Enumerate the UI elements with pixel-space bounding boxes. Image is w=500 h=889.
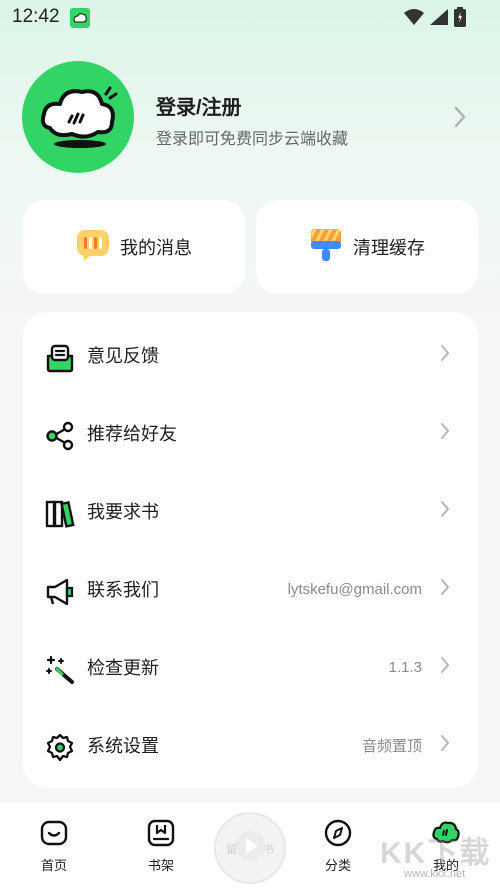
gear-icon xyxy=(45,733,75,763)
clear-cache-button[interactable]: 清理缓存 xyxy=(256,200,478,294)
message-icon xyxy=(76,228,110,266)
wifi-icon xyxy=(404,9,424,29)
menu-item-recommend[interactable]: 推荐给好友 xyxy=(23,394,478,472)
avatar[interactable] xyxy=(22,61,134,173)
nav-bookshelf[interactable]: 书架 xyxy=(131,819,191,874)
chevron-right-icon xyxy=(440,344,450,366)
menu-item-system-settings[interactable]: 系统设置 音频置顶 xyxy=(23,706,478,784)
login-register-title[interactable]: 登录/注册 xyxy=(156,91,242,120)
nav-label: 首页 xyxy=(40,858,67,873)
megaphone-icon xyxy=(45,577,75,607)
watermark-text: KK下载 xyxy=(380,837,492,870)
my-messages-label: 我的消息 xyxy=(120,238,192,258)
nav-center-play-button[interactable]: 留 书 xyxy=(214,812,286,884)
signal-icon xyxy=(430,9,448,29)
menu-item-label: 检查更新 xyxy=(87,658,159,678)
share-icon xyxy=(45,421,75,451)
status-bar: 12:42 xyxy=(0,0,500,36)
login-subtitle: 登录即可免费同步云端收藏 xyxy=(156,131,349,148)
status-time: 12:42 xyxy=(12,6,60,27)
cloud-mascot-icon xyxy=(40,86,118,148)
app-notification-icon xyxy=(70,8,90,28)
status-indicators xyxy=(404,7,466,31)
settings-value: 音频置顶 xyxy=(361,737,422,755)
menu-item-label: 系统设置 xyxy=(87,736,159,756)
menu-item-request-book[interactable]: 我要求书 xyxy=(23,472,478,550)
my-messages-button[interactable]: 我的消息 xyxy=(23,200,245,294)
bookshelf-icon xyxy=(147,819,175,851)
menu-item-label: 推荐给好友 xyxy=(87,424,177,444)
nav-category[interactable]: 分类 xyxy=(308,819,368,874)
books-icon xyxy=(45,499,75,529)
contact-email: lytskefu@gmail.com xyxy=(287,580,422,598)
feedback-icon xyxy=(45,343,75,373)
chevron-right-icon xyxy=(440,422,450,444)
chevron-right-icon xyxy=(440,656,450,678)
watermark-url: www.kkx.net xyxy=(404,868,466,880)
menu-item-check-update[interactable]: 检查更新 1.1.3 xyxy=(23,628,478,706)
settings-menu: 意见反馈 推荐给好友 我要求书 联系我们 lytskefu@gmail.com xyxy=(23,312,478,788)
magic-wand-icon xyxy=(45,655,75,685)
menu-item-label: 我要求书 xyxy=(87,502,159,522)
home-icon xyxy=(40,819,68,851)
menu-item-label: 意见反馈 xyxy=(87,346,159,366)
play-icon xyxy=(233,829,267,867)
app-version: 1.1.3 xyxy=(388,658,422,676)
chevron-right-icon[interactable] xyxy=(454,106,466,132)
chevron-right-icon xyxy=(440,578,450,600)
chevron-right-icon xyxy=(440,734,450,756)
nav-label: 分类 xyxy=(324,858,351,873)
compass-icon xyxy=(324,819,352,851)
nav-home[interactable]: 首页 xyxy=(24,819,84,874)
chevron-right-icon xyxy=(440,500,450,522)
nav-center-text-left: 留 xyxy=(226,843,237,856)
menu-item-label: 联系我们 xyxy=(87,580,159,600)
nav-center-text-right: 书 xyxy=(263,843,274,856)
nav-label: 书架 xyxy=(147,858,174,873)
menu-item-feedback[interactable]: 意见反馈 xyxy=(23,316,478,394)
menu-item-contact-us[interactable]: 联系我们 lytskefu@gmail.com xyxy=(23,550,478,628)
clear-cache-label: 清理缓存 xyxy=(353,238,425,258)
battery-icon xyxy=(454,7,466,31)
brush-icon xyxy=(309,227,343,267)
